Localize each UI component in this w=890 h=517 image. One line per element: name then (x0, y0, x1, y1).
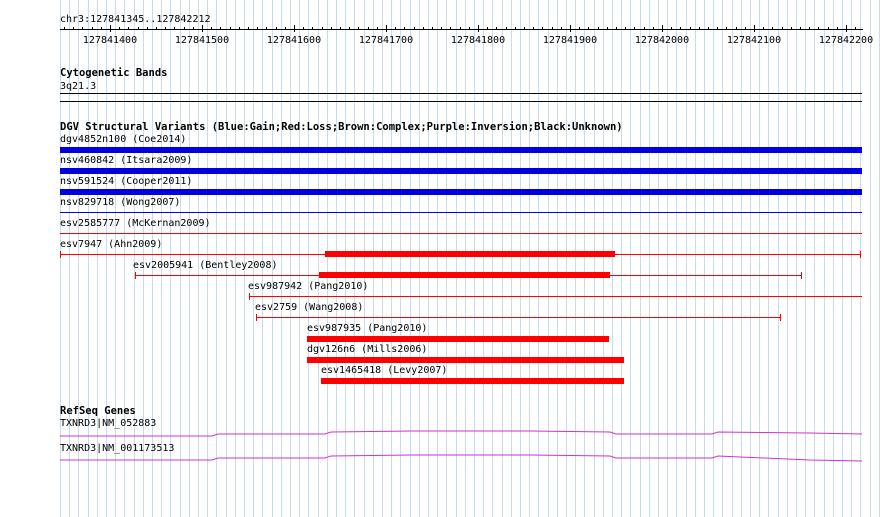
gene-models[interactable] (0, 0, 890, 517)
genome-browser-panel: chr3:127841345..127842212 127841400 12784… (0, 0, 890, 517)
gene-model-line (60, 430, 863, 437)
gene-model-line (60, 454, 863, 462)
gene-label[interactable]: TXNRD3|NM_001173513 (60, 443, 174, 455)
